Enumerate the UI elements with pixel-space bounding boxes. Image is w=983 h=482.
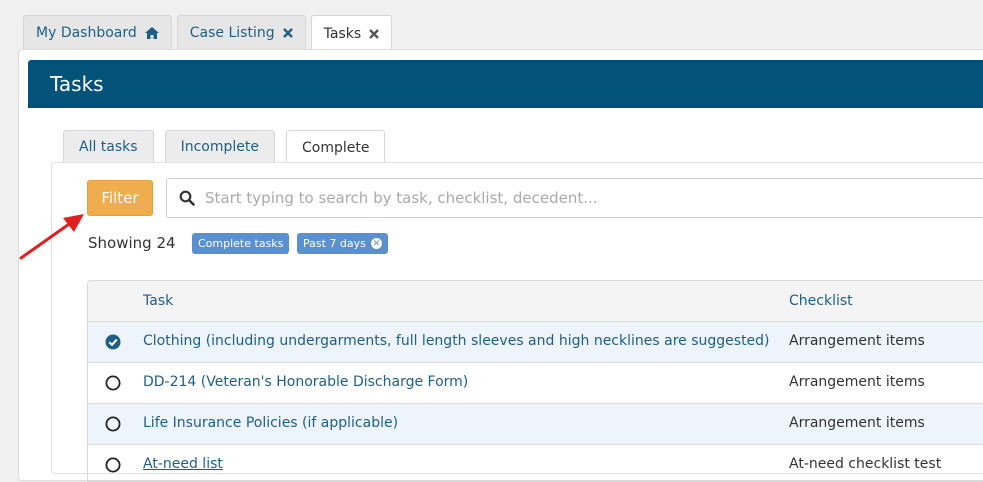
tab-label: My Dashboard (36, 25, 137, 41)
checklist-name: Arrangement items (789, 415, 925, 431)
tasks-table: Task Checklist Clothing (including under… (87, 280, 983, 482)
tab-label: Case Listing (189, 25, 275, 41)
column-header-task[interactable]: Task (143, 293, 173, 309)
task-link[interactable]: DD-214 (Veteran's Honorable Discharge Fo… (143, 374, 468, 390)
checklist-name: At-need checklist test (789, 456, 942, 472)
page-header: Tasks (28, 60, 983, 108)
task-link[interactable]: Life Insurance Policies (if applicable) (143, 415, 398, 431)
search-input[interactable] (203, 188, 983, 208)
remove-filter-icon[interactable]: ✕ (370, 238, 382, 249)
checklist-name: Arrangement items (789, 374, 925, 390)
task-link[interactable]: Clothing (including undergarments, full … (143, 333, 770, 349)
checked-circle-icon[interactable] (105, 334, 121, 350)
filter-button[interactable]: Filter (87, 180, 153, 216)
badge-label: Past 7 days (303, 237, 366, 250)
close-icon[interactable] (369, 28, 379, 39)
home-icon (144, 27, 159, 39)
tab-incomplete[interactable]: Incomplete (164, 130, 275, 163)
task-filter-tabs: All tasks Incomplete Complete (63, 130, 396, 164)
table-row[interactable]: Clothing (including undergarments, full … (88, 322, 983, 363)
search-box[interactable] (166, 178, 983, 218)
results-count: Showing 24 (88, 234, 176, 252)
tab-all-tasks[interactable]: All tasks (63, 130, 154, 163)
table-row[interactable]: DD-214 (Veteran's Honorable Discharge Fo… (88, 363, 983, 404)
badge-complete-tasks: Complete tasks (192, 233, 290, 254)
close-icon[interactable] (282, 28, 293, 38)
top-tab-bar: My Dashboard Case Listing Tasks (23, 15, 397, 51)
page-title: Tasks (50, 72, 104, 96)
search-icon (179, 190, 195, 206)
unchecked-circle-icon[interactable] (105, 457, 121, 473)
tab-case-listing[interactable]: Case Listing (176, 15, 306, 50)
unchecked-circle-icon[interactable] (105, 416, 121, 432)
table-header: Task Checklist (88, 281, 983, 322)
tab-tasks[interactable]: Tasks (310, 15, 393, 51)
checklist-name: Arrangement items (789, 333, 925, 349)
column-header-checklist[interactable]: Checklist (789, 293, 853, 309)
table-row[interactable]: Life Insurance Policies (if applicable) … (88, 404, 983, 445)
tab-label: Tasks (323, 25, 362, 42)
tab-my-dashboard[interactable]: My Dashboard (23, 15, 172, 50)
badge-label: Complete tasks (198, 237, 284, 250)
annotation-arrow-icon (19, 214, 84, 260)
tab-complete[interactable]: Complete (285, 130, 386, 164)
badge-past-7-days[interactable]: Past 7 days ✕ (297, 233, 388, 254)
task-link[interactable]: At-need list (143, 456, 223, 472)
unchecked-circle-icon[interactable] (105, 375, 121, 391)
